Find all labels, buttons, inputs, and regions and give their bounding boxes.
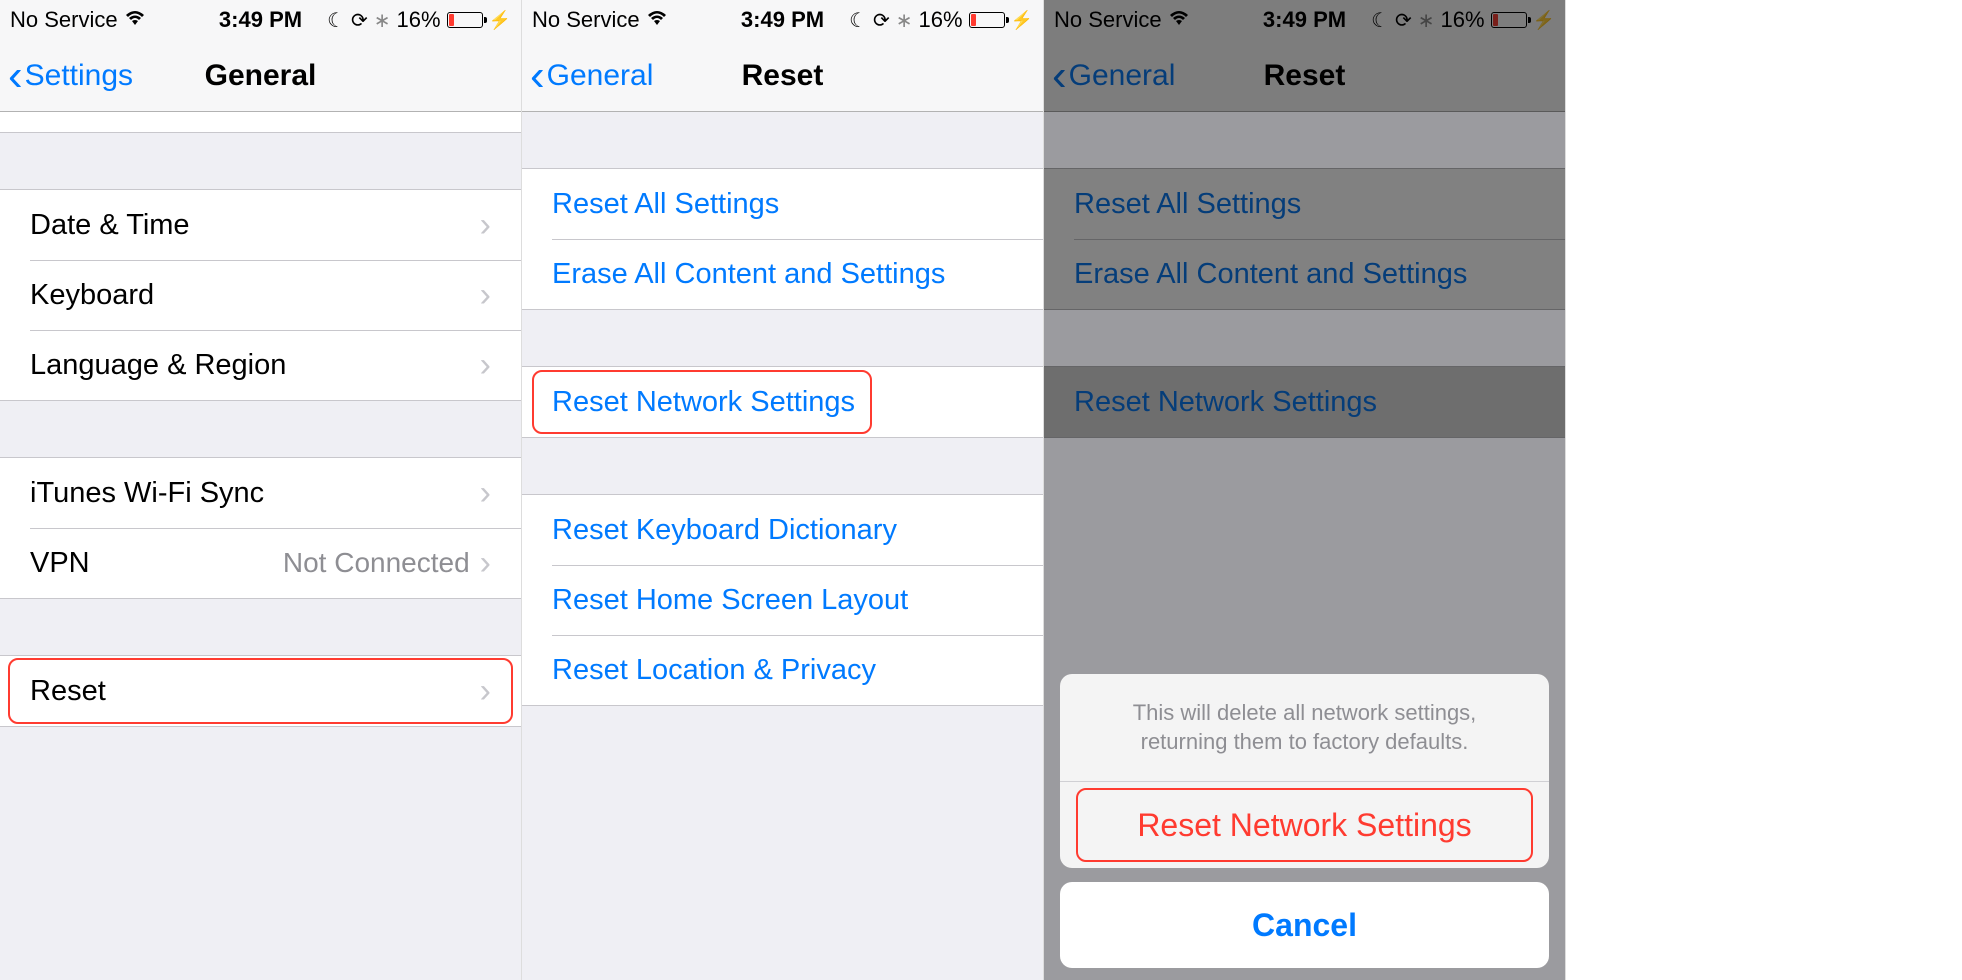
screen-reset-confirm: No Service 3:49 PM ☾ ⟳ ∗ 16% ⚡ ‹ General… — [1044, 0, 1566, 980]
clock-label: 3:49 PM — [522, 7, 1043, 33]
group-reset-c: Reset Keyboard Dictionary Reset Home Scr… — [522, 494, 1043, 706]
nav-bar: ‹ General Reset — [522, 40, 1043, 112]
row-reset-home-screen[interactable]: Reset Home Screen Layout — [522, 565, 1043, 635]
row-label: Erase All Content and Settings — [552, 258, 1013, 291]
action-sheet-group: This will delete all network settings, r… — [1060, 674, 1549, 868]
chevron-right-icon: › — [480, 544, 491, 583]
content: Reset All Settings Erase All Content and… — [522, 112, 1043, 706]
action-sheet-message: This will delete all network settings, r… — [1060, 674, 1549, 782]
status-bar: No Service 3:49 PM ☾ ⟳ ∗ 16% ⚡ — [522, 0, 1043, 40]
row-label: iTunes Wi-Fi Sync — [30, 477, 480, 510]
row-reset-network-settings[interactable]: Reset Network Settings — [522, 367, 1043, 437]
group-reset-a: Reset All Settings Erase All Content and… — [522, 168, 1043, 310]
button-label: Reset Network Settings — [1137, 807, 1471, 844]
row-reset[interactable]: Reset › — [0, 656, 521, 726]
battery-icon — [447, 12, 483, 28]
battery-icon — [969, 12, 1005, 28]
row-label: Reset Network Settings — [552, 386, 1013, 419]
row-label: Reset Keyboard Dictionary — [552, 514, 1013, 547]
status-bar: No Service 3:49 PM ☾ ⟳ ∗ 16% ⚡ — [0, 0, 521, 40]
content: Date & Time › Keyboard › Language & Regi… — [0, 112, 521, 727]
group-reset: Reset › — [0, 655, 521, 727]
row-label: VPN — [30, 547, 283, 580]
group-general-2: iTunes Wi-Fi Sync › VPN Not Connected › — [0, 457, 521, 599]
row-label: Date & Time — [30, 209, 480, 242]
button-label: Cancel — [1252, 907, 1357, 944]
screen-general: No Service 3:49 PM ☾ ⟳ ∗ 16% ⚡ ‹ Setting… — [0, 0, 522, 980]
group-general-1: Date & Time › Keyboard › Language & Regi… — [0, 189, 521, 401]
chevron-right-icon: › — [480, 276, 491, 315]
row-reset-all-settings[interactable]: Reset All Settings — [522, 169, 1043, 239]
row-date-time[interactable]: Date & Time › — [0, 190, 521, 260]
chevron-right-icon: › — [480, 206, 491, 245]
row-label: Reset Home Screen Layout — [552, 584, 1013, 617]
cancel-button[interactable]: Cancel — [1060, 882, 1549, 968]
action-sheet: This will delete all network settings, r… — [1060, 674, 1549, 968]
row-label: Language & Region — [30, 349, 480, 382]
nav-bar: ‹ Settings General — [0, 40, 521, 112]
row-keyboard[interactable]: Keyboard › — [0, 260, 521, 330]
screen-reset: No Service 3:49 PM ☾ ⟳ ∗ 16% ⚡ ‹ General… — [522, 0, 1044, 980]
row-itunes-wifi-sync[interactable]: iTunes Wi-Fi Sync › — [0, 458, 521, 528]
page-title: Reset — [522, 59, 1043, 93]
row-reset-location-privacy[interactable]: Reset Location & Privacy — [522, 635, 1043, 705]
row-vpn[interactable]: VPN Not Connected › — [0, 528, 521, 598]
clock-label: 3:49 PM — [0, 7, 521, 33]
row-label: Reset — [30, 675, 480, 708]
row-reset-keyboard-dictionary[interactable]: Reset Keyboard Dictionary — [522, 495, 1043, 565]
chevron-right-icon: › — [480, 346, 491, 385]
row-label: Reset Location & Privacy — [552, 654, 1013, 687]
confirm-reset-network-button[interactable]: Reset Network Settings — [1060, 782, 1549, 868]
row-label: Keyboard — [30, 279, 480, 312]
prev-group-stub — [0, 112, 521, 133]
chevron-right-icon: › — [480, 672, 491, 711]
group-reset-b: Reset Network Settings — [522, 366, 1043, 438]
row-language-region[interactable]: Language & Region › — [0, 330, 521, 400]
page-title: General — [0, 59, 521, 93]
row-erase-all-content[interactable]: Erase All Content and Settings — [522, 239, 1043, 309]
row-label: Reset All Settings — [552, 188, 1013, 221]
chevron-right-icon: › — [480, 474, 491, 513]
row-value: Not Connected — [283, 547, 470, 579]
